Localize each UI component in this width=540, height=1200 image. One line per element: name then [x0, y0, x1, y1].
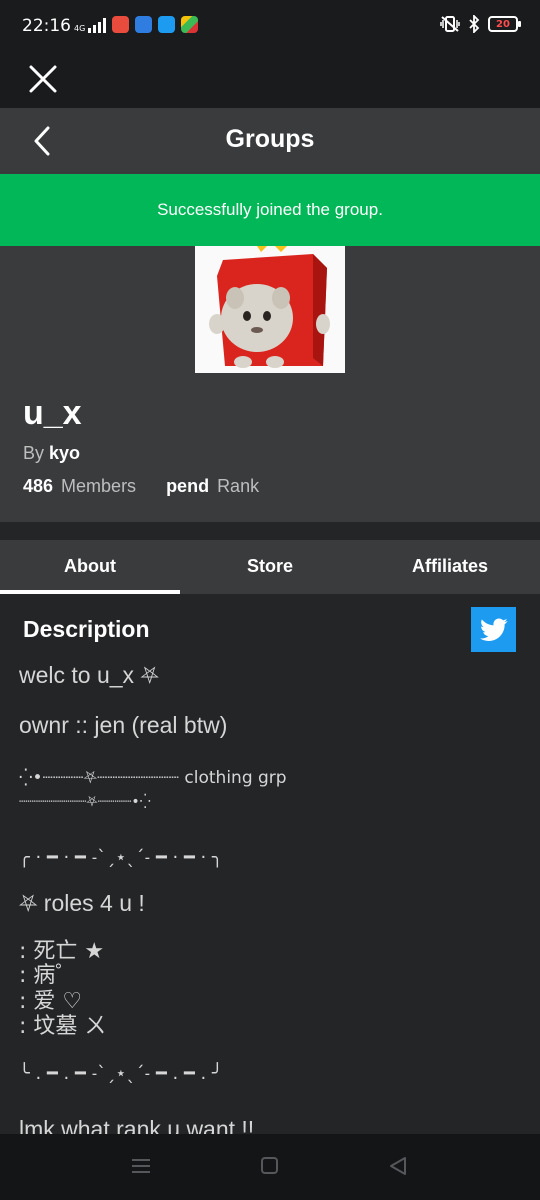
about-content: Description welc to u_x ⛧ ownr :: jen (r…: [0, 594, 540, 1134]
square-icon[interactable]: [260, 1156, 280, 1176]
group-emblem[interactable]: [195, 246, 345, 373]
by-label: By: [23, 443, 45, 463]
bluetooth-icon: [469, 15, 480, 33]
tab-about[interactable]: About: [0, 540, 180, 594]
status-left-icons: 4G: [74, 16, 199, 33]
description-line: ╰ . ━ . ━ ˗ˋˏ⋆ˎˊ˗ ━ . ━ . ╯: [19, 1063, 223, 1084]
twitter-icon: [479, 617, 508, 641]
close-bar: [0, 54, 540, 108]
group-stats: 486 Members pend Rank: [23, 476, 259, 497]
description-line: : 病゜: [19, 963, 78, 988]
description-line: : 死亡 ★: [19, 939, 105, 964]
description-line: ⁛•┈┈┈┈⛧┈┈┈┈┈┈┈┈ clothing grp: [19, 768, 287, 788]
close-icon[interactable]: [24, 60, 62, 98]
tab-bar: About Store Affiliates: [0, 540, 540, 594]
rank-value: pend: [166, 476, 210, 496]
network-type: 4G: [74, 23, 86, 33]
app-notification-icon: [112, 16, 130, 33]
twitter-notification-icon: [158, 16, 176, 33]
description-line: ┈┈┈┈┈┈┈┈⛧┈┈┈┈•⁛: [19, 794, 151, 810]
triangle-back-icon[interactable]: [388, 1156, 408, 1176]
status-right: 20: [440, 15, 521, 33]
battery-level: 20: [496, 18, 510, 30]
description-line: ╭ · ━ · ━ ˗ˋˏ⋆ˎˊ˗ ━ · ━ · ╮: [19, 847, 223, 868]
description-line: : 爱 ♡: [19, 989, 83, 1014]
menu-icon[interactable]: [131, 1156, 151, 1176]
description-title: Description: [23, 616, 150, 642]
header: Groups: [0, 108, 540, 174]
owner-link[interactable]: kyo: [49, 443, 80, 463]
success-banner: Successfully joined the group.: [0, 174, 540, 246]
app-notification-icon: [181, 16, 199, 33]
vibrate-icon: [440, 16, 460, 32]
members-label: Members: [61, 476, 137, 496]
description-line: lmk what rank u want !!: [19, 1116, 255, 1134]
description-line: welc to u_x ⛧: [19, 662, 159, 688]
system-nav-bar: [0, 1134, 540, 1200]
banner-message: Successfully joined the group.: [157, 200, 383, 219]
tab-store[interactable]: Store: [180, 540, 360, 594]
page-title: Groups: [225, 125, 315, 153]
status-bar: 22:16 4G 20: [0, 0, 540, 54]
members-count: 486: [23, 476, 54, 496]
description-line: : 坟墓 ㄨ: [19, 1014, 107, 1039]
app-notification-icon: [135, 16, 153, 33]
status-time: 22:16: [22, 16, 71, 36]
signal-icon: 4G: [74, 17, 107, 33]
group-emblem-image: [195, 246, 345, 373]
group-owner-line: By kyo: [23, 443, 80, 464]
description-line: ⛧ roles 4 u !: [19, 890, 145, 916]
group-card: u_x By kyo 486 Members pend Rank: [0, 246, 540, 522]
battery-icon: 20: [488, 16, 521, 32]
rank-label: Rank: [217, 476, 260, 496]
tab-affiliates[interactable]: Affiliates: [360, 540, 540, 594]
twitter-button[interactable]: [471, 607, 516, 652]
group-name: u_x: [23, 394, 82, 432]
description-line: ownr :: jen (real btw): [19, 712, 228, 738]
divider: [0, 522, 540, 540]
